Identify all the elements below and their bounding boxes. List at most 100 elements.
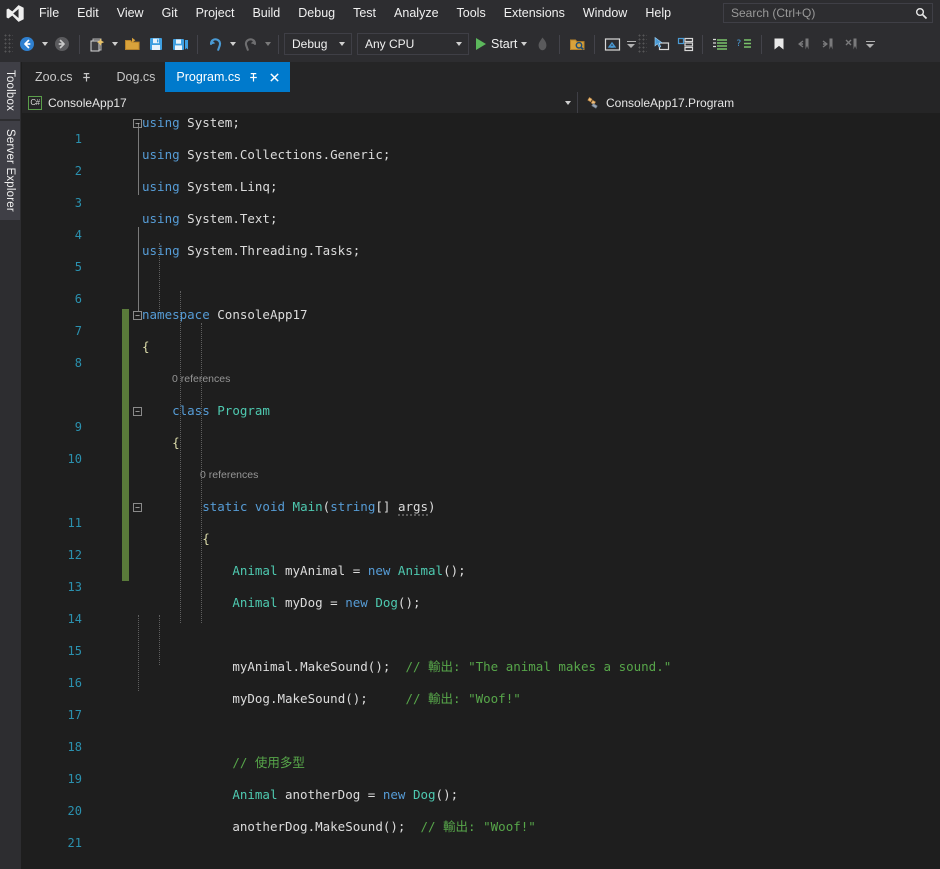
navigate-forward-icon[interactable] [50,32,74,56]
chevron-down-icon[interactable] [565,92,571,113]
redo-icon[interactable] [238,32,262,56]
solution-configuration-select[interactable]: Debug [284,33,352,55]
member-selector[interactable]: ConsoleApp17.Program [578,92,940,113]
play-icon [476,38,486,50]
line-number: 21 [22,835,82,851]
csharp-file-icon: C# [28,96,42,110]
menu-item-help[interactable]: Help [636,2,680,25]
solution-configuration-value: Debug [292,37,327,51]
code-line: using System.Threading.Tasks; [142,243,360,259]
line-number: 16 [22,675,82,691]
open-file-icon[interactable] [120,32,144,56]
menu-item-analyze[interactable]: Analyze [385,2,447,25]
clear-bookmarks-icon[interactable] [839,32,863,56]
new-item-icon[interactable] [85,32,109,56]
navigate-back-icon[interactable] [15,32,39,56]
save-icon[interactable] [144,32,168,56]
undo-icon[interactable] [203,32,227,56]
undo-dropdown[interactable] [227,32,238,56]
fold-toggle-icon[interactable]: − [133,311,142,320]
toolbar-separator [197,35,198,54]
fold-toggle-icon[interactable]: − [133,119,142,128]
hot-reload-icon[interactable] [530,32,554,56]
sidebar-item-toolbox[interactable]: Toolbox [0,62,20,119]
menu-item-test[interactable]: Test [344,2,385,25]
code-line: { [142,339,150,355]
pin-icon[interactable] [245,67,262,87]
fold-toggle-icon[interactable]: − [133,407,142,416]
chevron-down-icon[interactable] [521,42,527,46]
fold-toggle-icon[interactable]: − [133,503,142,512]
search-input[interactable]: Search (Ctrl+Q) [724,6,910,20]
toolbar-separator [594,35,595,54]
line-number: 4 [22,227,82,243]
close-icon[interactable] [266,67,283,87]
screenshot-dropdown[interactable] [624,32,638,56]
project-selector[interactable]: C# ConsoleApp17 [22,92,578,113]
toolbar-separator [79,35,80,54]
uncomment-selection-icon[interactable]: ? [732,32,756,56]
new-item-dropdown[interactable] [109,32,120,56]
navigate-back-dropdown[interactable] [39,32,50,56]
code-editor[interactable]: 1 − using System; 2 using System.Collect… [22,115,940,869]
redo-dropdown[interactable] [262,32,273,56]
tab-dog-cs[interactable]: Dog.cs [104,62,166,92]
solution-platform-value: Any CPU [365,37,414,51]
code-line: Animal myAnimal = new Animal(); [142,563,466,579]
svg-text:?: ? [736,39,741,49]
comment-selection-icon[interactable] [708,32,732,56]
project-name: ConsoleApp17 [48,96,127,110]
line-number: 17 [22,707,82,723]
member-name: ConsoleApp17.Program [606,96,734,110]
menu-item-view[interactable]: View [108,2,153,25]
code-line: { [142,531,210,547]
find-in-files-icon[interactable] [565,32,589,56]
toolbar-grip[interactable] [4,34,13,54]
line-number: 18 [22,739,82,755]
line-number: 14 [22,611,82,627]
toggle-bookmark-icon[interactable] [767,32,791,56]
start-label: Start [491,37,517,51]
menu-item-tools[interactable]: Tools [448,2,495,25]
codelens-references[interactable]: 0 references [172,371,230,387]
menu-item-debug[interactable]: Debug [289,2,344,25]
menu-item-window[interactable]: Window [574,2,636,25]
search-box[interactable]: Search (Ctrl+Q) [723,3,933,23]
code-line: Animal anotherDog = new Dog(); [142,787,458,803]
chevron-down-icon [450,42,468,46]
toolbar-overflow-icon[interactable] [863,32,877,56]
select-element-icon[interactable] [649,32,673,56]
codelens-references[interactable]: 0 references [200,467,258,483]
menu-item-extensions[interactable]: Extensions [495,2,574,25]
screenshot-icon[interactable] [600,32,624,56]
menu-item-git[interactable]: Git [153,2,187,25]
line-number: 13 [22,579,82,595]
menu-item-build[interactable]: Build [243,2,289,25]
menu-item-edit[interactable]: Edit [68,2,108,25]
next-bookmark-icon[interactable] [815,32,839,56]
line-number: 9 [22,419,82,435]
code-line: using System.Linq; [142,179,278,195]
solution-platform-select[interactable]: Any CPU [357,33,469,55]
search-icon [910,4,932,22]
chevron-down-icon [333,42,351,46]
code-comment: // 輸出: "The animal makes a sound." [405,659,671,674]
code-line: // 使用多型 [142,755,305,771]
code-comment: // 使用多型 [232,755,305,770]
line-number: 1 [22,131,82,147]
line-number: 2 [22,163,82,179]
start-debug-button[interactable]: Start [474,32,530,56]
left-dock-panel: Toolbox Server Explorer [0,62,22,869]
tab-program-cs[interactable]: Program.cs [165,62,290,92]
save-all-icon[interactable] [168,32,192,56]
line-number: 7 [22,323,82,339]
visual-studio-logo-icon [0,0,30,26]
live-visual-tree-icon[interactable] [673,32,697,56]
previous-bookmark-icon[interactable] [791,32,815,56]
sidebar-item-server-explorer[interactable]: Server Explorer [0,121,20,220]
menu-item-file[interactable]: File [30,2,68,25]
pin-icon[interactable] [78,67,95,87]
menu-item-project[interactable]: Project [187,2,244,25]
toolbar-grip[interactable] [638,34,647,54]
tab-zoo-cs[interactable]: Zoo.cs [22,62,104,92]
